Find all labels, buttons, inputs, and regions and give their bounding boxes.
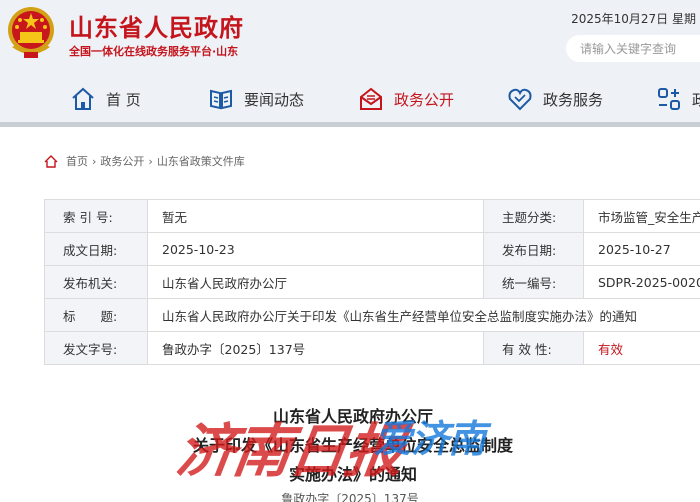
table-row: 标 题: 山东省人民政府办公厅关于印发《山东省生产经营单位安全总监制度实施办法》…: [44, 298, 700, 332]
breadcrumb-home[interactable]: 首页: [66, 153, 88, 169]
interaction-icon: [658, 88, 680, 110]
document-number: 鲁政办字〔2025〕137号: [281, 492, 419, 502]
document-title-line1: 山东省人民政府办公厅: [272, 407, 433, 426]
doc-number-value: 鲁政办字〔2025〕137号: [147, 331, 484, 365]
validity-label: 有 效 性:: [483, 331, 584, 365]
breadcrumb-policy-library[interactable]: 山东省政策文件库: [157, 153, 245, 169]
table-row: 发文字号: 鲁政办字〔2025〕137号 有 效 性: 有效: [44, 331, 700, 365]
main-nav: 首 页 要闻动态 政务公开 政务服务 政: [0, 78, 700, 120]
document-info-table: 索 引 号: 暂无 主题分类: 市场监管_安全生产 成文日期: 2025-10-…: [44, 199, 700, 365]
index-label: 索 引 号:: [44, 199, 148, 233]
breadcrumb-separator: ›: [148, 154, 153, 168]
title-label: 标 题:: [44, 298, 148, 332]
current-date: 2025年10月27日 星期: [571, 12, 696, 26]
table-row: 索 引 号: 暂无 主题分类: 市场监管_安全生产: [44, 199, 700, 233]
book-icon: [210, 89, 232, 110]
nav-home-label: 首 页: [106, 90, 141, 109]
table-row: 成文日期: 2025-10-23 发布日期: 2025-10-27: [44, 232, 700, 266]
breadcrumb: 首页 › 政务公开 › 山东省政策文件库: [44, 153, 245, 169]
nav-interact[interactable]: 政: [656, 78, 700, 120]
validity-value: 有效: [583, 331, 700, 365]
category-value: 市场监管_安全生产: [583, 199, 700, 233]
nav-news[interactable]: 要闻动态: [208, 78, 304, 120]
site-header: 山东省人民政府 全国一体化在线政务服务平台·山东 2025年10月27日 星期 …: [0, 0, 700, 127]
envelope-icon: [360, 87, 382, 110]
nav-home[interactable]: 首 页: [70, 78, 141, 120]
breadcrumb-affairs[interactable]: 政务公开: [100, 153, 144, 169]
site-subtitle: 全国一体化在线政务服务平台·山东: [69, 45, 239, 58]
nav-affairs[interactable]: 政务公开: [358, 78, 454, 120]
heart-icon: [508, 88, 532, 111]
published-date-label: 发布日期:: [483, 232, 584, 266]
nav-news-label: 要闻动态: [244, 90, 305, 109]
nav-service-label: 政务服务: [543, 90, 604, 109]
doc-number-label: 发文字号:: [44, 331, 148, 365]
created-date-value: 2025-10-23: [147, 232, 484, 266]
document-title-line2: 关于印发《山东省生产经营单位安全总监制度: [192, 436, 513, 455]
site-title[interactable]: 山东省人民政府: [69, 8, 244, 43]
issuer-value: 山东省人民政府办公厅: [147, 265, 484, 299]
title-value: 山东省人民政府办公厅关于印发《山东省生产经营单位安全总监制度实施办法》的通知: [147, 298, 700, 332]
document-title-line3: 实施办法》的通知: [288, 465, 417, 484]
created-date-label: 成文日期:: [44, 232, 148, 266]
table-row: 发布机关: 山东省人民政府办公厅 统一编号: SDPR-2025-0020: [44, 265, 700, 299]
header-divider: [0, 122, 700, 127]
published-date-value: 2025-10-27: [583, 232, 700, 266]
breadcrumb-separator: ›: [92, 154, 97, 168]
issuer-label: 发布机关:: [44, 265, 148, 299]
nav-interact-label: 政: [692, 90, 700, 109]
document-title: 山东省人民政府办公厅 关于印发《山东省生产经营单位安全总监制度 实施办法》的通知: [0, 402, 700, 489]
national-emblem-icon: [8, 7, 54, 58]
index-value: 暂无: [147, 199, 484, 233]
nav-affairs-label: 政务公开: [394, 90, 455, 109]
search-input[interactable]: [566, 35, 696, 62]
home-icon: [72, 87, 94, 110]
breadcrumb-home-icon: [44, 154, 58, 168]
search-box: [566, 35, 700, 62]
category-label: 主题分类:: [483, 199, 584, 233]
serial-value: SDPR-2025-0020: [583, 265, 700, 299]
nav-service[interactable]: 政务服务: [507, 78, 603, 120]
serial-label: 统一编号:: [483, 265, 584, 299]
